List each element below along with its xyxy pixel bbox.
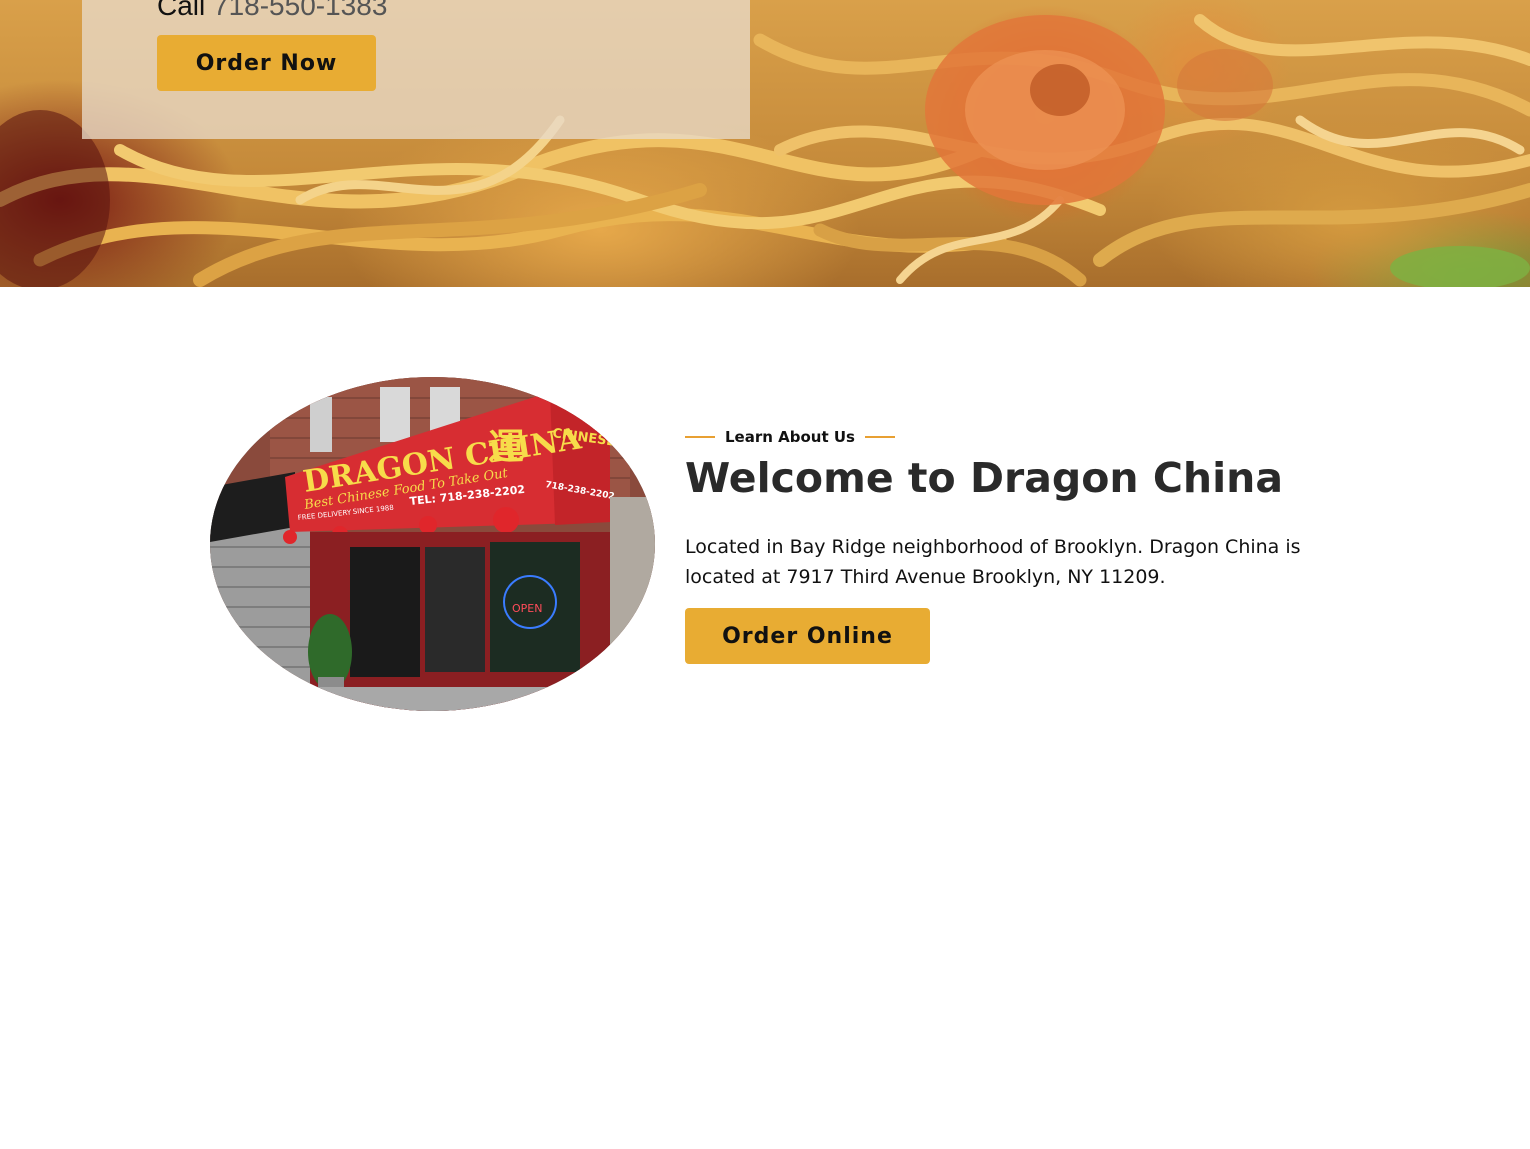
order-online-button[interactable]: Order Online xyxy=(685,608,930,664)
about-description: Located in Bay Ridge neighborhood of Bro… xyxy=(685,536,1301,588)
awning-char: 運 xyxy=(488,426,524,468)
hero-banner: Call 718-550-1383 Order Now xyxy=(0,0,1530,287)
section-eyebrow: Learn About Us xyxy=(685,426,895,448)
call-line: Call 718-550-1383 xyxy=(157,0,387,24)
eyebrow-text: Learn About Us xyxy=(725,428,855,446)
phone-link[interactable]: 718-550-1383 xyxy=(213,0,387,21)
welcome-heading: Welcome to Dragon China xyxy=(685,454,1284,502)
eyebrow-line-left xyxy=(685,436,715,438)
eyebrow-line-right xyxy=(864,436,895,438)
call-label: Call xyxy=(157,0,206,21)
restaurant-storefront-photo: DRAGON CHINA 運 Best Chinese Food To Take… xyxy=(210,377,655,711)
neon-open: OPEN xyxy=(512,602,542,615)
order-now-button[interactable]: Order Now xyxy=(157,35,376,91)
